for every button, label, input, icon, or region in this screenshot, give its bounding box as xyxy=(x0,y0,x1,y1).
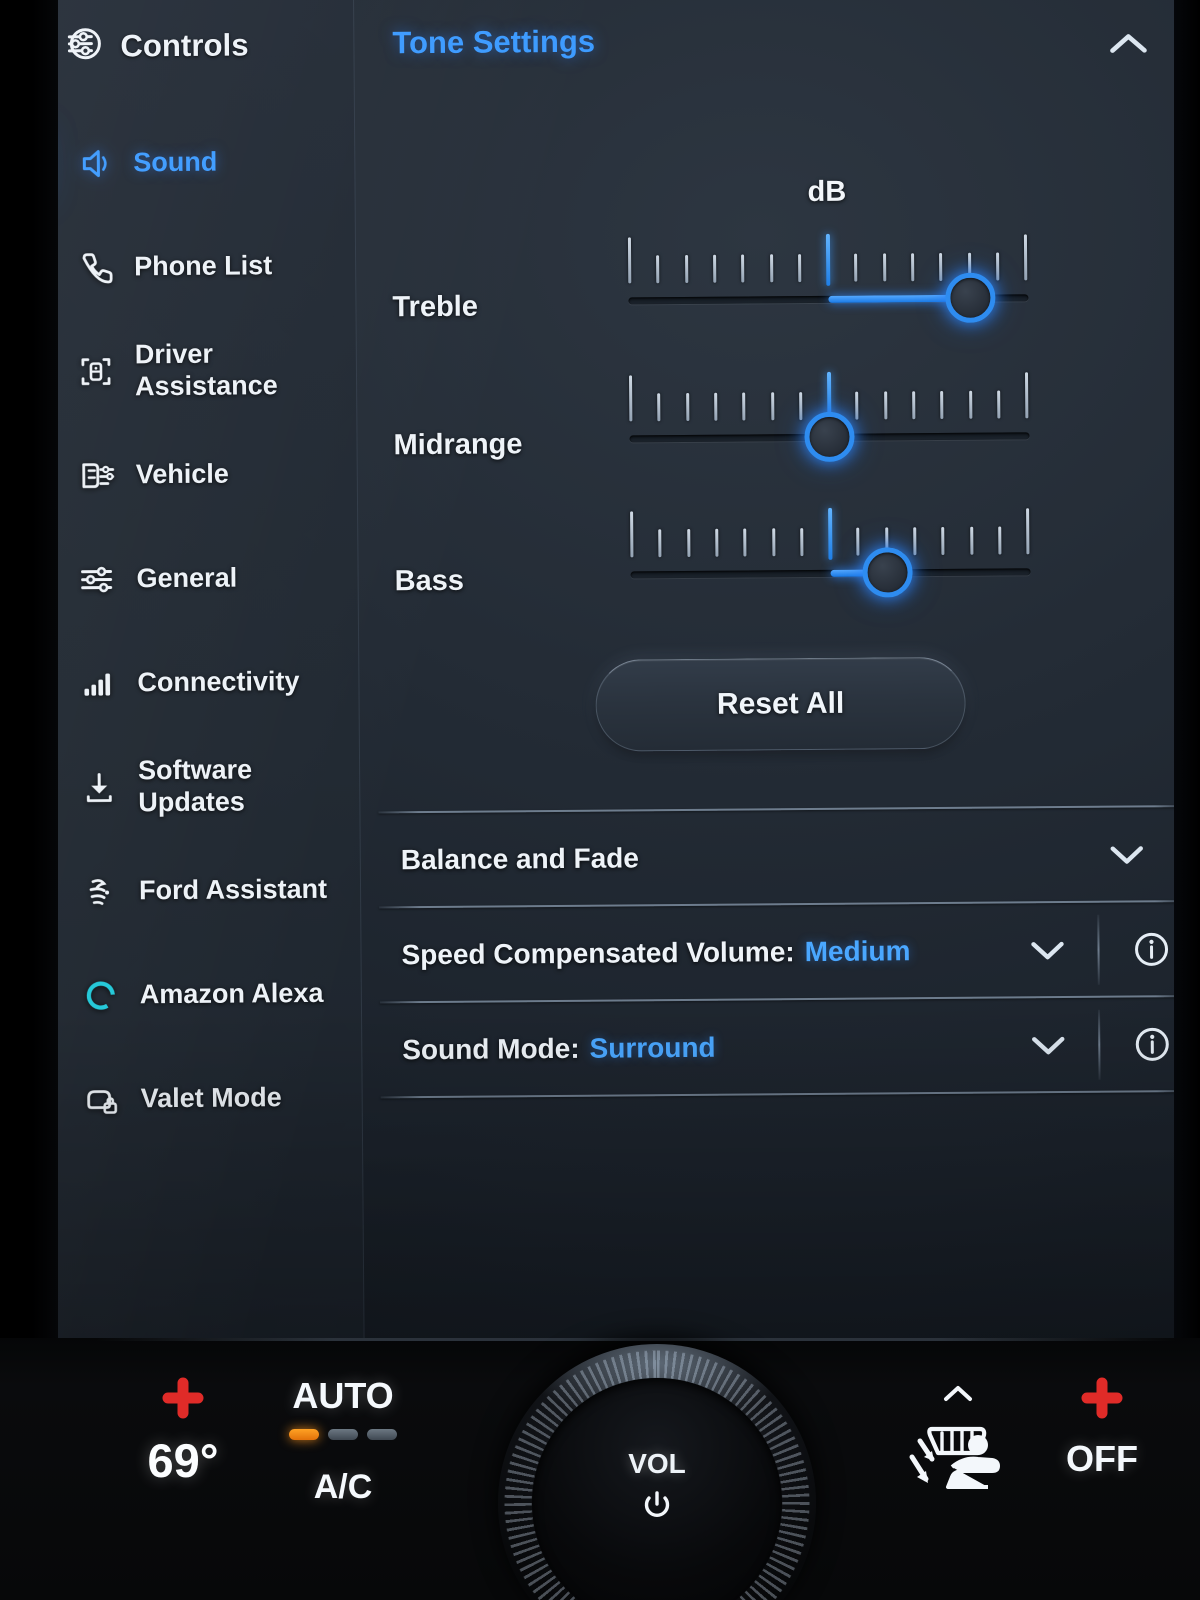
sidebar-item-label: Connectivity xyxy=(137,666,300,698)
row-speed-compensated-volume[interactable]: Speed Compensated Volume: Medium xyxy=(379,902,1188,1001)
row-label-text: Speed Compensated Volume: xyxy=(401,935,795,970)
row-label-text: Sound Mode: xyxy=(402,1032,580,1065)
row-value: Medium xyxy=(804,934,911,967)
power-icon[interactable] xyxy=(498,1487,816,1528)
ford-assistant-icon xyxy=(79,870,121,912)
fan-speed-indicator xyxy=(268,1429,418,1440)
sliders-icon xyxy=(76,558,118,600)
sidebar-item-label: Phone List xyxy=(134,250,273,282)
sidebar-item-phone-list[interactable]: Phone List xyxy=(48,214,356,320)
chevron-up-icon xyxy=(932,1386,984,1408)
plus-icon[interactable] xyxy=(118,1374,248,1427)
fan-status-label: OFF xyxy=(1066,1438,1138,1479)
airflow-mode-button[interactable] xyxy=(878,1382,1038,1506)
auto-climate-button[interactable]: AUTO xyxy=(268,1378,418,1440)
slider-thumb[interactable] xyxy=(945,272,996,323)
reset-all-label: Reset All xyxy=(716,686,845,721)
info-icon[interactable] xyxy=(1127,925,1175,973)
row-label: Balance and Fade xyxy=(400,841,640,875)
ac-button[interactable]: A/C xyxy=(268,1470,418,1504)
controls-sliders-icon xyxy=(64,24,104,69)
chevron-down-icon[interactable] xyxy=(1025,932,1069,966)
midrange-slider[interactable] xyxy=(629,350,1030,473)
rear-seat-airflow-icon xyxy=(878,1407,1038,1506)
speaker-icon xyxy=(73,142,115,184)
row-value: Surround xyxy=(589,1031,716,1064)
divider xyxy=(1098,1009,1101,1080)
panel-header: Tone Settings xyxy=(392,19,1156,71)
bass-slider[interactable] xyxy=(630,486,1031,609)
sidebar-item-label: Amazon Alexa xyxy=(139,977,324,1010)
phone-handset-icon xyxy=(74,246,116,288)
reset-all-button[interactable]: Reset All xyxy=(595,656,966,752)
climate-control-bar: 69° AUTO A/C VOL OFF xyxy=(0,1338,1200,1600)
knob-labels: VOL xyxy=(498,1448,816,1528)
sidebar-header-label: Controls xyxy=(120,26,249,63)
sidebar-item-label: Sound xyxy=(133,146,218,178)
sidebar-item-label: General xyxy=(136,562,238,594)
download-icon xyxy=(78,766,120,808)
auto-label: AUTO xyxy=(292,1375,394,1416)
slider-row-midrange: Midrange xyxy=(357,349,1196,476)
sidebar-item-label: Valet Mode xyxy=(140,1082,282,1114)
plus-icon[interactable] xyxy=(1032,1374,1172,1427)
sidebar-item-connectivity[interactable]: Connectivity xyxy=(51,630,359,736)
sidebar-menu: Sound Phone List Driver Assistance Vehic… xyxy=(47,110,362,1152)
chevron-down-icon[interactable] xyxy=(1105,837,1149,871)
slider-thumb[interactable] xyxy=(862,547,913,598)
temperature-value: 69° xyxy=(147,1434,219,1487)
slider-thumb[interactable] xyxy=(804,411,855,463)
chevron-down-icon[interactable] xyxy=(1026,1027,1070,1061)
sidebar-item-driver-assistance[interactable]: Driver Assistance xyxy=(49,318,357,424)
row-label: Sound Mode: Surround xyxy=(402,1031,716,1065)
chevron-up-icon[interactable] xyxy=(1100,23,1156,65)
sidebar-item-valet-mode[interactable]: Valet Mode xyxy=(54,1046,362,1152)
ac-label: A/C xyxy=(313,1468,373,1506)
fan-speed-control: OFF xyxy=(1032,1374,1172,1515)
slider-row-treble: Treble xyxy=(356,211,1195,338)
sidebar-item-label: Ford Assistant xyxy=(138,873,328,906)
info-icon[interactable] xyxy=(1128,1020,1176,1068)
treble-slider[interactable] xyxy=(627,212,1029,335)
page-title: Tone Settings xyxy=(392,23,596,61)
db-unit-label: dB xyxy=(807,175,847,209)
infotainment-screen: Controls Sound Phone List Driver Assista… xyxy=(46,0,1200,1362)
infotainment-screenshot: Controls Sound Phone List Driver Assista… xyxy=(0,0,1200,1600)
vehicle-icon xyxy=(76,454,118,496)
slider-label: Treble xyxy=(392,290,479,324)
sidebar-item-vehicle[interactable]: Vehicle xyxy=(49,422,357,528)
row-sound-mode[interactable]: Sound Mode: Surround xyxy=(380,997,1189,1096)
signal-bars-icon xyxy=(77,662,119,704)
sidebar-header: Controls xyxy=(64,22,249,68)
sidebar-item-general[interactable]: General xyxy=(50,526,358,632)
sidebar-item-label: Vehicle xyxy=(135,458,229,490)
fan-bar xyxy=(367,1429,397,1440)
sidebar-item-ford-assistant[interactable]: Ford Assistant xyxy=(53,838,361,944)
controls-sidebar: Controls Sound Phone List Driver Assista… xyxy=(46,0,365,1362)
slider-row-bass: Bass xyxy=(358,485,1197,612)
sidebar-item-label: Driver Assistance xyxy=(134,338,278,402)
tick-scale xyxy=(630,507,1030,560)
fan-bar xyxy=(328,1429,358,1440)
car-lock-icon xyxy=(81,1078,123,1120)
row-label: Speed Compensated Volume: Medium xyxy=(401,935,910,971)
sidebar-item-software-updates[interactable]: Software Updates xyxy=(52,734,360,840)
sidebar-item-label: Software Updates xyxy=(137,754,253,818)
alexa-ring-icon xyxy=(80,974,122,1016)
options-list: Balance and Fade Speed Compensated Volum… xyxy=(378,805,1189,1099)
driver-temperature-control: 69° xyxy=(118,1374,248,1522)
volume-knob[interactable]: VOL xyxy=(498,1344,816,1600)
volume-label: VOL xyxy=(628,1448,686,1479)
tone-settings-panel: Tone Settings dB Treble Midrange Bass Re… xyxy=(354,0,1200,1360)
sidebar-item-sound[interactable]: Sound xyxy=(47,110,355,216)
sidebar-item-amazon-alexa[interactable]: Amazon Alexa xyxy=(53,942,361,1048)
fan-bar xyxy=(289,1429,319,1440)
slider-label: Midrange xyxy=(393,428,523,462)
slider-label: Bass xyxy=(394,564,465,598)
divider xyxy=(1097,914,1100,985)
driver-assist-icon xyxy=(75,350,117,392)
row-balance-and-fade[interactable]: Balance and Fade xyxy=(378,807,1187,906)
